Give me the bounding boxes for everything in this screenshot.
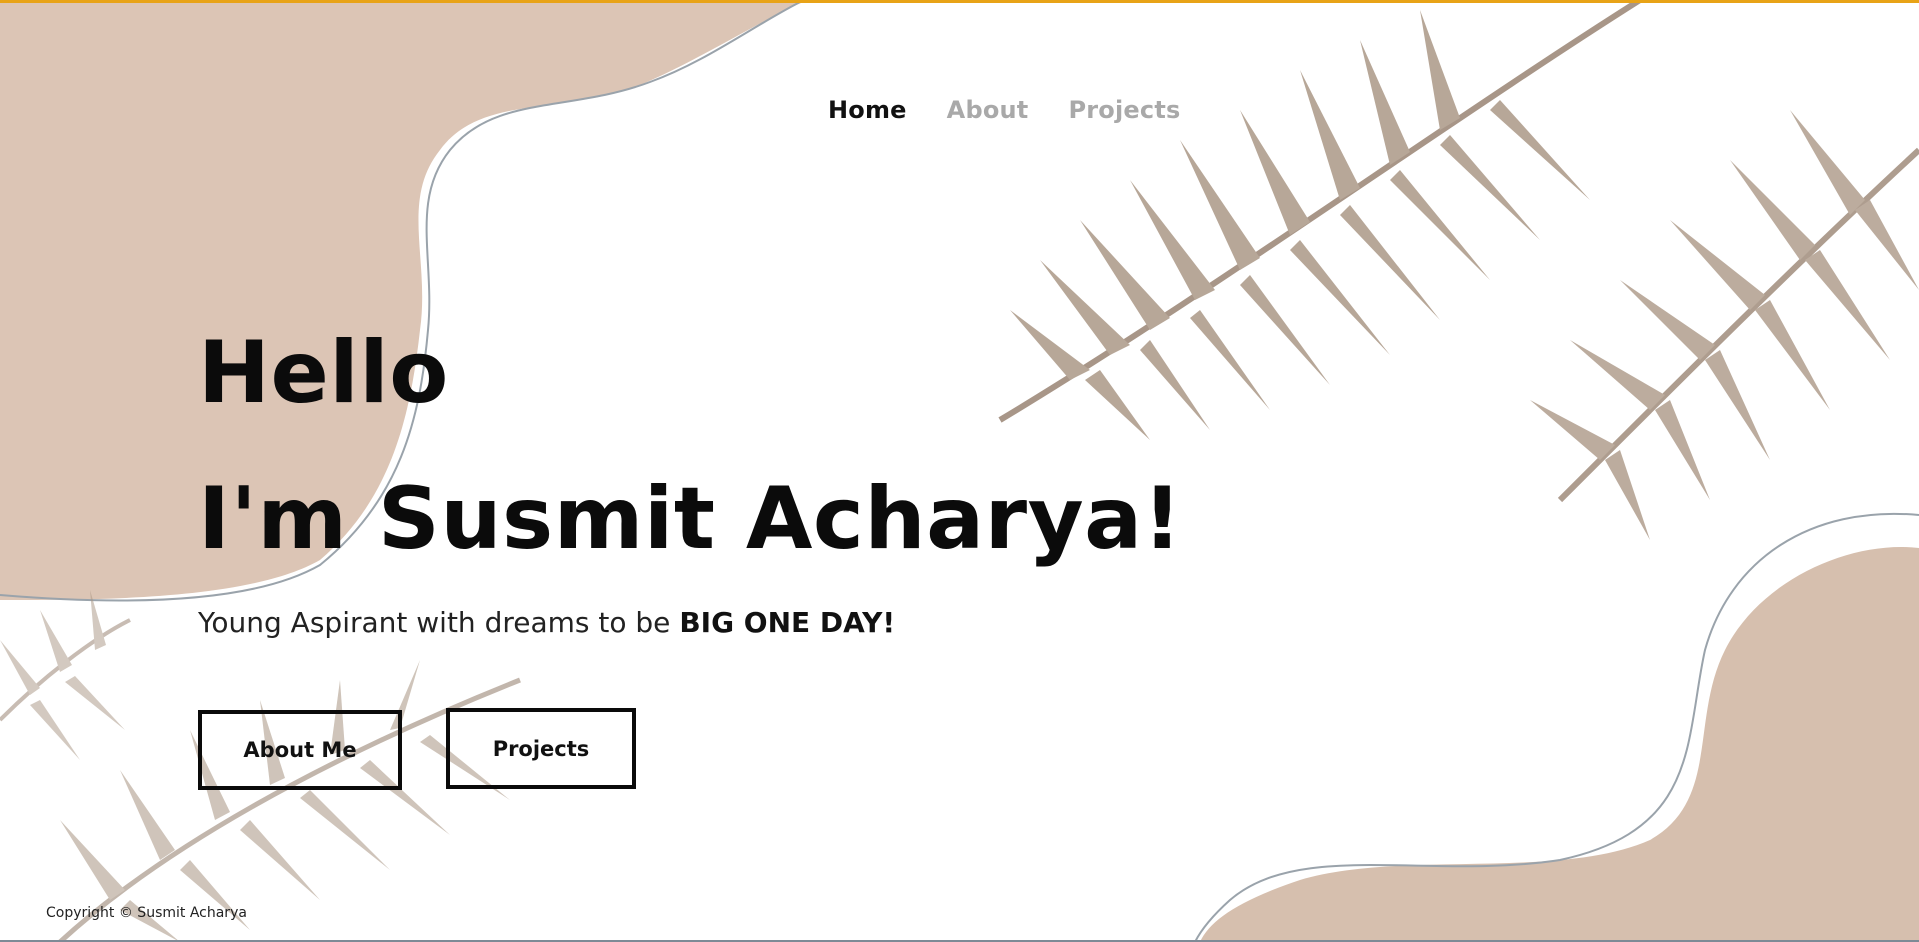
nav-home-link[interactable]: Home	[828, 96, 907, 124]
projects-button[interactable]: Projects	[446, 708, 636, 789]
about-me-button[interactable]: About Me	[198, 710, 402, 790]
hero-greeting: Hello	[198, 323, 449, 423]
footer-copyright: Copyright © Susmit Acharya	[46, 905, 247, 921]
palm-leaf-right	[1530, 110, 1919, 540]
hero-name: I'm Susmit Acharya!	[198, 469, 1183, 569]
nav-projects-link[interactable]: Projects	[1068, 96, 1180, 124]
main-nav: Home About Projects	[828, 96, 1181, 124]
palm-leaf-left-edge	[0, 590, 131, 760]
page: Home About Projects Hello I'm Susmit Ach…	[0, 0, 1919, 942]
nav-about-link[interactable]: About	[947, 96, 1029, 124]
hero-tagline: Young Aspirant with dreams to be BIG ONE…	[198, 606, 1182, 639]
blob-bottom-right	[1200, 546, 1919, 942]
hero-section: Hello I'm Susmit Acharya! Young Aspirant…	[198, 300, 1182, 639]
tagline-emphasis: BIG ONE DAY!	[679, 606, 896, 639]
tagline-text: Young Aspirant with dreams to be	[198, 606, 680, 639]
palm-leaf-bottom-left	[58, 660, 521, 942]
top-accent-bar	[0, 0, 1919, 3]
